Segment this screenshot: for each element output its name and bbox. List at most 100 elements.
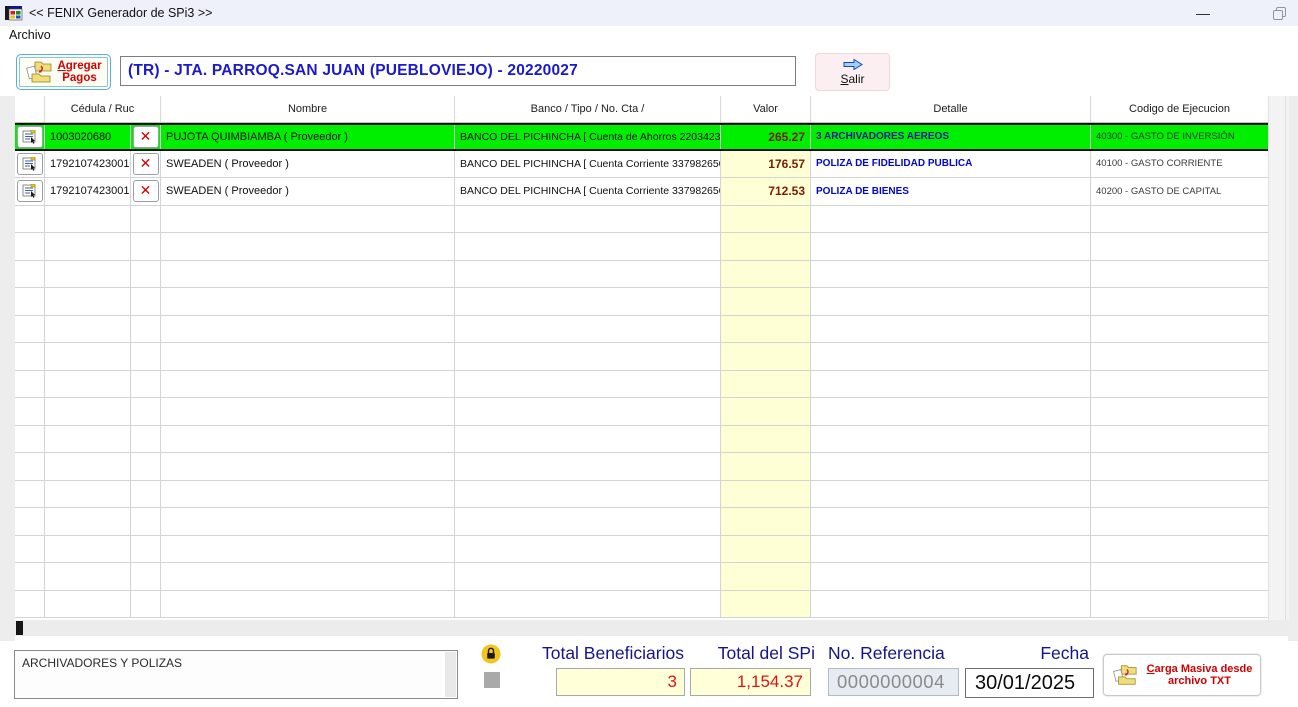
minimize-button[interactable]: — <box>1183 0 1223 25</box>
carga-masiva-button[interactable]: Carga Masiva desde archivo TXT <box>1103 654 1261 696</box>
fecha-label: Fecha <box>1040 643 1089 663</box>
codigo-cell <box>1091 261 1268 288</box>
grid-row[interactable] <box>15 233 1268 261</box>
edit-cell <box>15 260 45 287</box>
grid-row[interactable]: 1003020680 ✕ PUJOTA QUIMBIAMBA ( Proveedor… <box>15 123 1268 151</box>
restore-button[interactable] <box>1258 0 1298 25</box>
entity-name-field[interactable]: (TR) - JTA. PARROQ.SAN JUAN (PUEBLOVIEJO… <box>120 56 796 86</box>
valor-cell <box>721 233 811 260</box>
carga-masiva-label: Carga Masiva desde archivo TXT <box>1146 662 1253 688</box>
window-title: << FENIX Generador de SPi3 >> <box>29 6 213 20</box>
footer-panel: ARCHIVADORES Y POLIZAS Total Beneficiari… <box>0 641 1298 707</box>
horizontal-scrollbar-thumb[interactable] <box>16 621 23 635</box>
grid-row[interactable] <box>15 563 1268 591</box>
edit-cell <box>15 563 45 590</box>
entity-name-value: (TR) - JTA. PARROQ.SAN JUAN (PUEBLOVIEJO… <box>128 62 578 79</box>
delete-cell <box>131 315 161 342</box>
edit-cell <box>15 590 45 617</box>
nombre-cell <box>161 563 455 590</box>
banco-cell <box>455 535 721 562</box>
grid-row[interactable] <box>15 535 1268 563</box>
valor-cell <box>721 343 811 370</box>
grid-row[interactable] <box>15 288 1268 316</box>
banco-cell <box>455 590 721 617</box>
codigo-cell <box>1091 233 1268 260</box>
delete-payment-button[interactable]: ✕ <box>132 180 159 203</box>
titlebar: << FENIX Generador de SPi3 >> — <box>0 0 1298 27</box>
grid-row[interactable] <box>15 453 1268 481</box>
grid-row[interactable] <box>15 343 1268 371</box>
codigo-cell <box>1091 481 1268 508</box>
referencia-label: No. Referencia <box>828 643 945 663</box>
grid-row[interactable] <box>15 398 1268 426</box>
cedula-cell: 1792107423001 <box>45 178 131 205</box>
codigo-cell <box>1091 536 1268 563</box>
grid-row[interactable]: 1792107423001 ✕ SWEADEN ( Proveedor ) BANCO… <box>15 150 1268 178</box>
detalle-cell <box>811 563 1091 590</box>
delete-cell <box>131 535 161 562</box>
menu-archivo[interactable]: Archivo <box>0 26 59 42</box>
header-banco: Banco / Tipo / No. Cta / <box>455 96 721 122</box>
minimize-icon: — <box>1196 4 1210 21</box>
agregar-pagos-label: Agregar Pagos <box>57 60 102 84</box>
fecha-field[interactable]: 30/01/2025 <box>965 668 1094 698</box>
grid-row[interactable] <box>15 315 1268 343</box>
total-beneficiarios-field: 3 <box>556 668 685 696</box>
grid-row[interactable] <box>15 370 1268 398</box>
restore-icon <box>1272 7 1286 20</box>
delete-payment-button[interactable]: ✕ <box>132 152 159 175</box>
valor-cell <box>721 480 811 507</box>
grid-row[interactable] <box>15 260 1268 288</box>
salir-button[interactable]: Salir <box>815 53 890 91</box>
grid-row[interactable] <box>15 480 1268 508</box>
cedula-cell <box>45 480 131 507</box>
lock-button[interactable] <box>481 644 501 664</box>
grid-header: Cédula / Ruc Nombre Banco / Tipo / No. C… <box>15 96 1268 123</box>
codigo-cell <box>1091 426 1268 453</box>
grid-row[interactable] <box>15 590 1268 618</box>
agregar-pagos-button[interactable]: Agregar Pagos <box>16 54 111 90</box>
cedula-cell <box>45 453 131 480</box>
detalle-cell <box>811 233 1091 260</box>
valor-cell: 265.27 <box>721 125 811 149</box>
nombre-cell: SWEADEN ( Proveedor ) <box>161 178 455 205</box>
detalle-cell <box>811 370 1091 397</box>
grid-row[interactable]: 1792107423001 ✕ SWEADEN ( Proveedor ) BANCO… <box>15 178 1268 206</box>
vertical-scrollbar[interactable] <box>1268 96 1289 620</box>
edit-payment-button[interactable] <box>16 125 43 148</box>
payments-grid: Cédula / Ruc Nombre Banco / Tipo / No. C… <box>15 96 1268 618</box>
detalle-cell <box>811 480 1091 507</box>
nombre-cell <box>161 260 455 287</box>
observaciones-scrollbar[interactable] <box>445 652 456 697</box>
gray-indicator-square <box>484 672 500 688</box>
edit-cell <box>15 233 45 260</box>
grid-row[interactable] <box>15 205 1268 233</box>
valor-cell <box>721 398 811 425</box>
delete-cell <box>131 590 161 617</box>
delete-payment-button[interactable]: ✕ <box>132 125 159 148</box>
delete-cell <box>131 508 161 535</box>
grid-row[interactable] <box>15 425 1268 453</box>
horizontal-scrollbar[interactable] <box>15 620 1288 636</box>
detalle-cell <box>811 260 1091 287</box>
codigo-cell: 40100 - GASTO CORRIENTE <box>1096 158 1223 170</box>
edit-payment-button[interactable] <box>16 152 43 175</box>
delete-cell <box>131 343 161 370</box>
delete-cell <box>131 398 161 425</box>
nombre-cell: PUJOTA QUIMBIAMBA ( Proveedor ) <box>161 125 455 149</box>
edit-payment-button[interactable] <box>16 180 43 203</box>
edit-cell <box>15 125 45 149</box>
detalle-cell: POLIZA DE BIENES <box>811 178 1091 205</box>
app-window: << FENIX Generador de SPi3 >> — Archivo … <box>0 0 1298 707</box>
header-detalle: Detalle <box>811 96 1091 122</box>
nombre-cell <box>161 535 455 562</box>
delete-cell <box>131 453 161 480</box>
valor-cell <box>721 563 811 590</box>
banco-cell: BANCO DEL PICHINCHA [ Cuenta Corriente 3… <box>455 178 721 205</box>
cedula-cell <box>45 370 131 397</box>
valor-cell: 176.57 <box>721 150 811 177</box>
valor-cell <box>721 590 811 617</box>
valor-cell <box>721 205 811 232</box>
observaciones-textarea[interactable]: ARCHIVADORES Y POLIZAS <box>14 650 458 699</box>
grid-row[interactable] <box>15 508 1268 536</box>
